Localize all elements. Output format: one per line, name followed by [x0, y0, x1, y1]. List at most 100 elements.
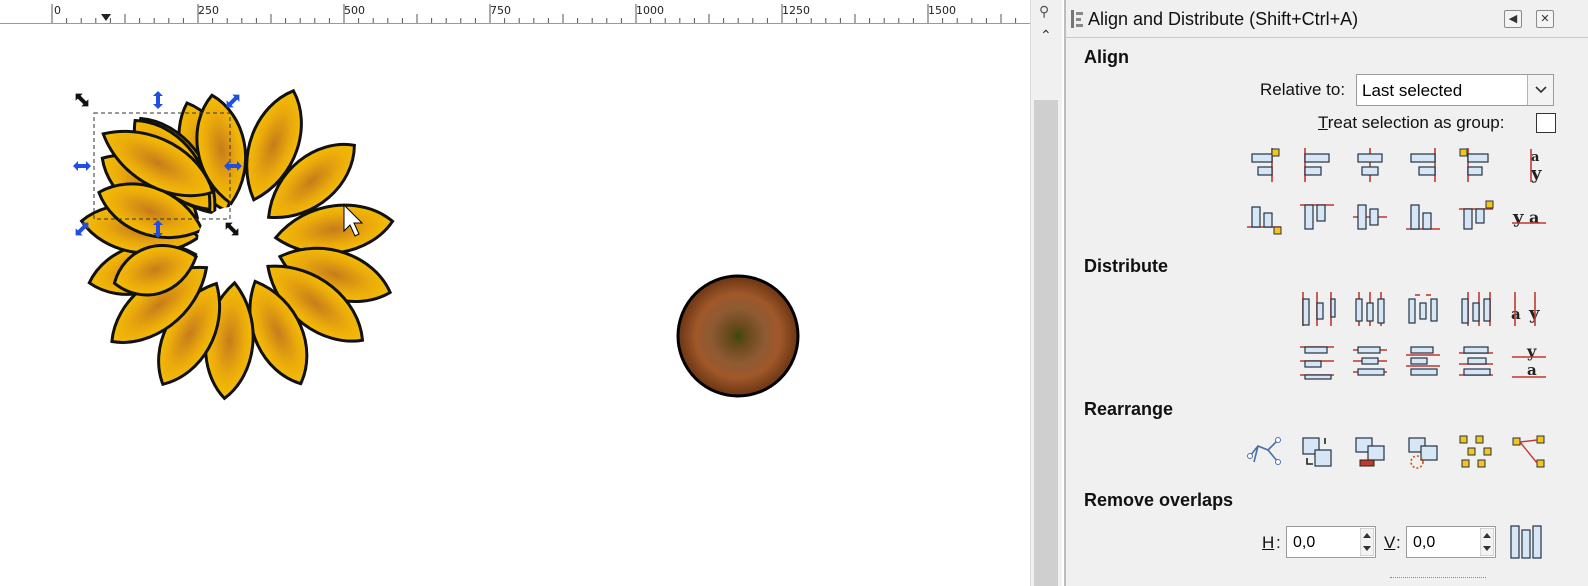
randomize-centers-icon: [1459, 435, 1492, 468]
remove-overlaps-heading: Remove overlaps: [1084, 490, 1234, 510]
align-left-edge-to-right-button[interactable]: [1456, 145, 1496, 185]
ruler-label: 0: [54, 4, 61, 17]
remove-overlaps-button[interactable]: [1506, 522, 1546, 562]
align-left-edges-icon: [1304, 148, 1330, 182]
align-distribute-panel: Align and Distribute (Shift+Ctrl+A) ◀ ✕ …: [1064, 0, 1588, 586]
horizontal-ruler[interactable]: 0 250 500 750 1000 1250 1500: [0, 0, 1030, 24]
distribute-vertical-gaps-button[interactable]: [1403, 341, 1443, 381]
align-left-edge-to-right-icon: [1459, 148, 1489, 182]
center-on-horizontal-axis-icon: [1353, 204, 1387, 230]
ruler-label: 1250: [782, 4, 810, 17]
remove-overlaps-icon: [1510, 525, 1542, 559]
align-right-edge-to-left-icon: [1251, 148, 1280, 182]
ruler-position-marker: [101, 14, 111, 21]
panel-grip-icon[interactable]: [1070, 9, 1084, 29]
exchange-z-order-icon: [1355, 437, 1385, 467]
distribute-centers-horizontal-button[interactable]: [1350, 289, 1390, 329]
treat-selection-checkbox[interactable]: [1536, 113, 1556, 133]
distribute-centers-vertical-icon: [1353, 346, 1387, 376]
align-right-edges-icon: [1410, 148, 1436, 182]
rearrange-heading: Rearrange: [1084, 399, 1174, 419]
relative-to-select[interactable]: Last selected: [1356, 74, 1554, 106]
scrollbar-thumb[interactable]: [1034, 100, 1058, 586]
align-left-edges-button[interactable]: [1297, 145, 1337, 185]
svg-text:y: y: [1526, 342, 1537, 361]
vertical-scrollbar[interactable]: ⚲ ⌃: [1030, 0, 1062, 586]
ruler-label: 1500: [928, 4, 956, 17]
collapse-panel-icon[interactable]: ◀: [1504, 10, 1522, 28]
distribute-right-edges-icon: [1461, 292, 1491, 326]
panel-resize-grip[interactable]: [1390, 577, 1486, 579]
randomize-centers-button[interactable]: [1456, 432, 1496, 472]
h-gap-value: 0,0: [1293, 534, 1316, 551]
ruler-label: 500: [344, 4, 365, 17]
align-bottom-edge-to-top-button[interactable]: [1244, 197, 1284, 237]
exchange-selection-order-button[interactable]: [1297, 432, 1337, 472]
align-bottom-edge-to-top-icon: [1247, 206, 1282, 235]
ruler-label: 750: [490, 4, 511, 17]
svg-text:a: a: [1529, 208, 1539, 227]
distribute-baselines-horizontal-button[interactable]: ay: [1509, 289, 1549, 329]
zoom-icon[interactable]: ⚲: [1039, 3, 1049, 20]
center-on-vertical-axis-button[interactable]: [1350, 145, 1390, 185]
align-right-edge-to-left-button[interactable]: [1244, 145, 1284, 185]
h-gap-spinner[interactable]: 0,0: [1286, 526, 1376, 558]
arrange-connector-graph-button[interactable]: [1244, 432, 1284, 472]
exchange-clockwise-icon: [1408, 437, 1438, 469]
h-gap-label: H: [1262, 533, 1275, 552]
distribute-top-edges-button[interactable]: [1297, 341, 1337, 381]
h-gap-colon: :: [1276, 533, 1281, 552]
treat-selection-label: Treat selection as group:: [1318, 113, 1504, 133]
distribute-baselines-vertical-icon: ya: [1512, 342, 1546, 379]
relative-to-value: Last selected: [1362, 81, 1463, 100]
svg-text:y: y: [1530, 163, 1542, 184]
distribute-right-edges-button[interactable]: [1456, 289, 1496, 329]
distribute-left-edges-icon: [1302, 292, 1336, 326]
distribute-baselines-vertical-button[interactable]: ya: [1509, 341, 1549, 381]
align-bottom-edges-icon: [1406, 204, 1440, 230]
v-gap-spinner[interactable]: 0,0: [1406, 526, 1496, 558]
close-panel-icon[interactable]: ✕: [1536, 10, 1554, 28]
align-top-edge-to-bottom-button[interactable]: [1456, 197, 1496, 237]
center-on-vertical-axis-icon: [1357, 148, 1383, 182]
align-baselines-horizontal-button[interactable]: ay: [1509, 145, 1549, 185]
exchange-clockwise-button[interactable]: [1403, 432, 1443, 472]
center-on-horizontal-axis-button[interactable]: [1350, 197, 1390, 237]
align-baselines-horizontal-icon: ay: [1530, 149, 1542, 184]
align-top-edge-to-bottom-icon: [1459, 200, 1494, 230]
distribute-centers-horizontal-icon: [1355, 292, 1385, 326]
arrange-connector-graph-icon: [1247, 437, 1281, 465]
align-heading: Align: [1084, 47, 1129, 67]
chevron-down-icon[interactable]: [1527, 75, 1553, 105]
scroll-up-icon[interactable]: ⌃: [1040, 27, 1052, 44]
distribute-vertical-gaps-icon: [1406, 346, 1440, 376]
treat-selection-text: reat selection as group:: [1327, 113, 1505, 132]
ruler-ticks: [51, 4, 1017, 23]
unclump-objects-button[interactable]: [1509, 432, 1549, 472]
align-bottom-edges-button[interactable]: [1403, 197, 1443, 237]
v-gap-colon: :: [1396, 533, 1401, 552]
spinner-arrows-icon[interactable]: [1360, 528, 1374, 556]
align-right-edges-button[interactable]: [1403, 145, 1443, 185]
distribute-left-edges-button[interactable]: [1297, 289, 1337, 329]
align-top-edges-icon: [1300, 204, 1334, 230]
spinner-arrows-icon[interactable]: [1480, 528, 1494, 556]
treat-selection-mnemonic: T: [1318, 113, 1328, 132]
sunflower-seed-disc[interactable]: [676, 274, 800, 398]
align-baselines-vertical-button[interactable]: ya: [1509, 197, 1549, 237]
drawing-canvas[interactable]: [0, 25, 1030, 586]
panel-header: Align and Distribute (Shift+Ctrl+A) ◀ ✕: [1066, 0, 1588, 38]
distribute-bottom-edges-button[interactable]: [1456, 341, 1496, 381]
canvas-drawing: [73, 83, 800, 401]
svg-text:y: y: [1528, 303, 1540, 324]
distribute-bottom-edges-icon: [1459, 346, 1493, 376]
ruler-label: 250: [198, 4, 219, 17]
distribute-centers-vertical-button[interactable]: [1350, 341, 1390, 381]
sunflower-petals[interactable]: [78, 83, 397, 401]
distribute-horizontal-gaps-button[interactable]: [1403, 289, 1443, 329]
distribute-horizontal-gaps-icon: [1408, 294, 1438, 324]
distribute-baselines-horizontal-icon: ay: [1511, 292, 1540, 326]
exchange-z-order-button[interactable]: [1350, 432, 1390, 472]
align-top-edges-button[interactable]: [1297, 197, 1337, 237]
ruler-label: 1000: [636, 4, 664, 17]
